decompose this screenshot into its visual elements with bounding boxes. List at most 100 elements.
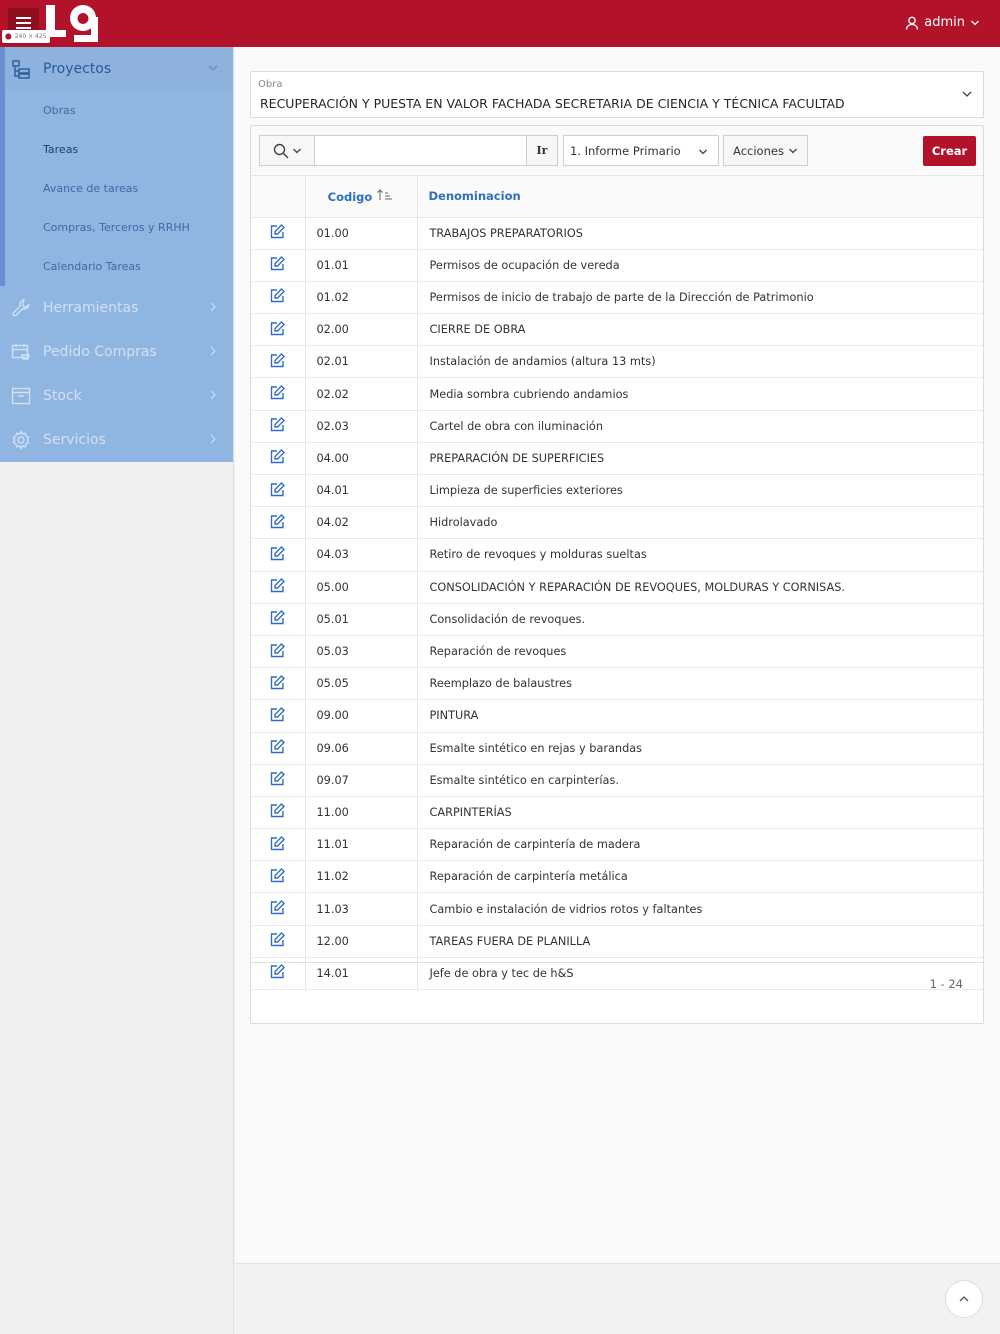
edit-icon — [271, 803, 286, 818]
top-header: ⬤ 240 × 425 admin — [0, 0, 1000, 47]
edit-row-button[interactable] — [270, 256, 286, 271]
search-input[interactable] — [314, 135, 527, 166]
nav-item-label: Pedido Compras — [43, 344, 157, 360]
edit-row-button[interactable] — [270, 417, 286, 432]
denominacion-cell: PINTURA — [417, 699, 983, 733]
nav-item-proyectos[interactable]: Proyectos — [5, 47, 233, 91]
nav-item-herramientas[interactable]: Herramientas — [0, 286, 233, 330]
edit-row-button[interactable] — [270, 803, 286, 818]
edit-row-button[interactable] — [270, 867, 286, 883]
codigo-cell: 01.00 — [305, 217, 418, 250]
size-indicator-text: 240 × 425 — [14, 33, 47, 40]
edit-row-button[interactable] — [270, 900, 286, 915]
edit-row-button[interactable] — [270, 545, 286, 561]
edit-row-button[interactable] — [270, 610, 286, 625]
edit-icon — [271, 385, 286, 400]
table-row: 11.00 CARPINTERÍAS — [251, 796, 983, 830]
codigo-cell: 02.03 — [305, 410, 418, 443]
edit-cell — [251, 571, 306, 604]
sidebar-item-calendario-tareas[interactable]: Calendario Tareas — [5, 247, 233, 286]
table-row: 05.01 Consolidación de revoques. — [251, 603, 983, 636]
denominacion-cell: CIERRE DE OBRA — [417, 313, 983, 347]
chevron-down-icon — [699, 149, 707, 155]
edit-cell — [251, 345, 306, 379]
search-columns-button[interactable] — [259, 135, 315, 166]
page-footer — [235, 1263, 1000, 1334]
edit-row-button[interactable] — [270, 706, 286, 722]
codigo-cell: 11.03 — [305, 892, 418, 926]
table-row: 09.00 PINTURA — [251, 699, 983, 733]
edit-row-button[interactable] — [270, 642, 286, 658]
codigo-cell: 04.02 — [305, 506, 418, 540]
tareas-report: Ir 1. Informe Primario Acciones Crear Co… — [250, 125, 984, 1024]
sidebar-item-tareas[interactable]: Tareas — [5, 130, 233, 169]
user-menu[interactable]: admin — [905, 15, 980, 30]
denominacion-cell: Retiro de revoques y molduras sueltas — [417, 538, 983, 572]
edit-row-button[interactable] — [270, 739, 286, 754]
actions-menu-button[interactable]: Acciones — [723, 135, 808, 166]
chevron-up-icon — [959, 1296, 969, 1302]
create-button[interactable]: Crear — [923, 136, 976, 166]
sidebar-item-obras[interactable]: Obras — [5, 91, 233, 130]
nav-item-stock[interactable]: Stock — [0, 374, 233, 418]
user-icon — [906, 16, 919, 30]
codigo-cell: 04.01 — [305, 474, 418, 508]
edit-row-button[interactable] — [270, 449, 286, 464]
denominacion-cell: Reparación de carpintería metálica — [417, 860, 983, 894]
edit-column-header — [251, 176, 306, 218]
table-row: 02.03 Cartel de obra con iluminación — [251, 410, 983, 443]
edit-row-button[interactable] — [270, 932, 286, 947]
chevron-right-icon — [210, 302, 216, 312]
project-tree-icon — [10, 58, 32, 80]
edit-icon — [271, 642, 286, 657]
edit-row-button[interactable] — [270, 578, 286, 593]
company-logo — [46, 5, 98, 42]
sidebar-item-avance-de-tareas[interactable]: Avance de tareas — [5, 169, 233, 208]
nav-item-label: Herramientas — [43, 300, 139, 316]
scroll-to-top-button[interactable] — [945, 1280, 983, 1318]
edit-row-button[interactable] — [270, 771, 286, 786]
obra-select[interactable]: Obra RECUPERACIÓN Y PUESTA EN VALOR FACH… — [250, 71, 984, 118]
nav-item-servicios[interactable]: Servicios — [0, 418, 233, 462]
tareas-table: Codigo Denominacion 01.00 TRABAJOS PREPAR… — [251, 176, 983, 991]
report-select[interactable]: 1. Informe Primario — [563, 135, 719, 166]
edit-cell — [251, 603, 306, 636]
codigo-cell: 02.01 — [305, 345, 418, 379]
edit-row-button[interactable] — [270, 674, 286, 690]
table-row: 11.03 Cambio e instalación de vidrios rot… — [251, 892, 983, 926]
column-header-denominacion[interactable]: Denominacion — [417, 176, 983, 218]
edit-cell — [251, 828, 306, 862]
edit-row-button[interactable] — [270, 513, 286, 529]
edit-row-button[interactable] — [270, 224, 286, 239]
denominacion-cell: Hidrolavado — [417, 506, 983, 540]
nav-section-proyectos: Proyectos Obras Tareas Avance de tareas … — [0, 47, 233, 286]
search-icon — [273, 143, 289, 158]
archive-box-icon — [10, 385, 32, 407]
edit-row-button[interactable] — [270, 385, 286, 400]
sidebar-item-compras-terceros-rrhh[interactable]: Compras, Terceros y RRHH — [5, 208, 233, 247]
edit-cell — [251, 249, 306, 282]
nav-item-pedido-compras[interactable]: Pedido Compras — [0, 330, 233, 374]
edit-row-button[interactable] — [270, 835, 286, 851]
column-header-label: Codigo — [327, 189, 373, 204]
edit-row-button[interactable] — [270, 288, 286, 303]
codigo-cell: 09.07 — [305, 764, 418, 797]
edit-row-button[interactable] — [270, 320, 286, 336]
table-row: 11.01 Reparación de carpintería de madera — [251, 828, 983, 862]
chevron-down-icon — [208, 65, 218, 71]
nav-section-servicios: Servicios — [0, 418, 233, 462]
table-bottom-border — [251, 962, 983, 963]
edit-row-button[interactable] — [270, 481, 286, 497]
go-button[interactable]: Ir — [526, 135, 558, 166]
edit-row-button[interactable] — [270, 352, 286, 368]
table-row: 04.03 Retiro de revoques y molduras suelt… — [251, 538, 983, 572]
edit-cell — [251, 925, 306, 958]
column-header-codigo[interactable]: Codigo — [305, 176, 418, 218]
codigo-cell: 05.01 — [305, 603, 418, 636]
denominacion-cell: Reparación de revoques — [417, 635, 983, 669]
table-row: 12.00 TAREAS FUERA DE PLANILLA — [251, 925, 983, 958]
denominacion-cell: Cambio e instalación de vidrios rotos y … — [417, 892, 983, 926]
edit-icon — [271, 739, 286, 754]
nav-item-label: Servicios — [43, 432, 106, 448]
edit-row-button[interactable] — [270, 964, 286, 979]
